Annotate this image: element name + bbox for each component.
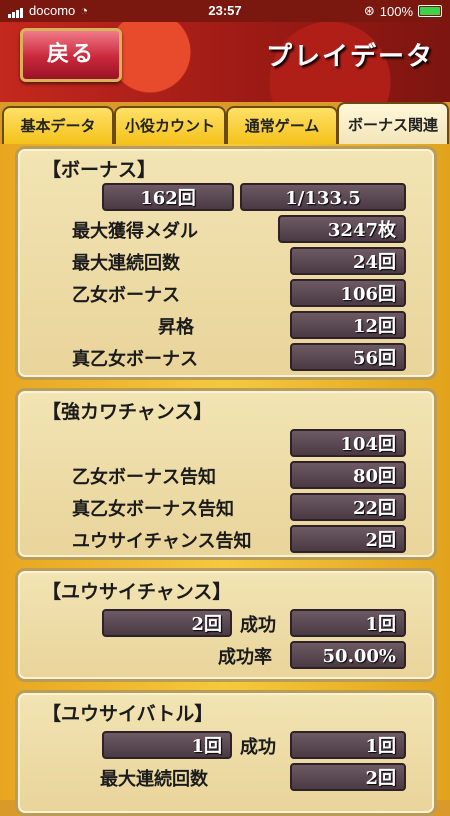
bonus-panel: 【ボーナス】 162回 1/133.5 最大獲得メダル 3247枚 最大連続回数… [15,146,437,380]
tab-normal-game[interactable]: 通常ゲーム [226,106,338,144]
yuusai-battle-max: 2回 [290,763,406,791]
yuusai-battle-panel: 【ユウサイバトル】 1回 成功 1回 最大連続回数 2回 [15,690,437,816]
shin-otome-notice-value: 22回 [290,493,406,521]
shin-otome-bonus-label: 真乙女ボーナス [72,349,198,370]
bonus-ratio: 1/133.5 [240,183,406,211]
kyouka-total: 104回 [290,429,406,457]
tab-bar: 基本データ 小役カウント 通常ゲーム ボーナス関連 [0,100,450,146]
yuusai-battle-success-label: 成功 [240,737,276,758]
kyouka-title: 【強カワチャンス】 [42,401,213,423]
otome-notice-label: 乙女ボーナス告知 [72,467,216,488]
otome-bonus-value: 106回 [290,279,406,307]
bonus-title: 【ボーナス】 [42,159,157,181]
yuusai-chance-success-label: 成功 [240,615,276,636]
header: 戻る プレイデータ [0,22,450,102]
shin-otome-notice-label: 真乙女ボーナス告知 [72,499,234,520]
yuusai-chance-rate: 50.00% [290,641,406,669]
yuusai-battle-success: 1回 [290,731,406,759]
max-medal-value: 3247枚 [278,215,406,243]
promotion-label: 昇格 [158,317,194,338]
back-button[interactable]: 戻る [20,28,122,82]
tab-bonus-related[interactable]: ボーナス関連 [337,102,449,146]
kyouka-chance-panel: 【強カワチャンス】 104回 乙女ボーナス告知 80回 真乙女ボーナス告知 22… [15,388,437,560]
max-medal-label: 最大獲得メダル [72,221,198,242]
yuusai-chance-success: 1回 [290,609,406,637]
yuusai-chance-count: 2回 [102,609,232,637]
bonus-content[interactable]: 【ボーナス】 162回 1/133.5 最大獲得メダル 3247枚 最大連続回数… [0,144,450,816]
battery-percent: 100% [379,3,413,19]
tab-small-role-count[interactable]: 小役カウント [114,106,226,144]
max-streak-label: 最大連続回数 [72,253,180,274]
yuusai-chance-title: 【ユウサイチャンス】 [42,581,232,603]
max-streak-value: 24回 [290,247,406,275]
yuusai-chance-panel: 【ユウサイチャンス】 2回 成功 1回 成功率 50.00% [15,568,437,682]
yuusai-notice-label: ユウサイチャンス告知 [72,531,252,552]
yuusai-battle-max-label: 最大連続回数 [100,769,208,790]
status-bar: docomo ◔ 23:57 ⊛ 100% [0,0,450,22]
shin-otome-bonus-value: 56回 [290,343,406,371]
bonus-count: 162回 [102,183,234,211]
battery-icon [418,5,442,17]
otome-bonus-label: 乙女ボーナス [72,285,180,306]
promotion-value: 12回 [290,311,406,339]
orientation-lock-icon: ⊛ [363,3,375,18]
otome-notice-value: 80回 [290,461,406,489]
yuusai-battle-title: 【ユウサイバトル】 [42,703,214,725]
tab-basic-data[interactable]: 基本データ [2,106,114,144]
yuusai-notice-value: 2回 [290,525,406,553]
page-title: プレイデータ [265,42,434,72]
yuusai-battle-count: 1回 [102,731,232,759]
yuusai-chance-rate-label: 成功率 [218,647,272,668]
